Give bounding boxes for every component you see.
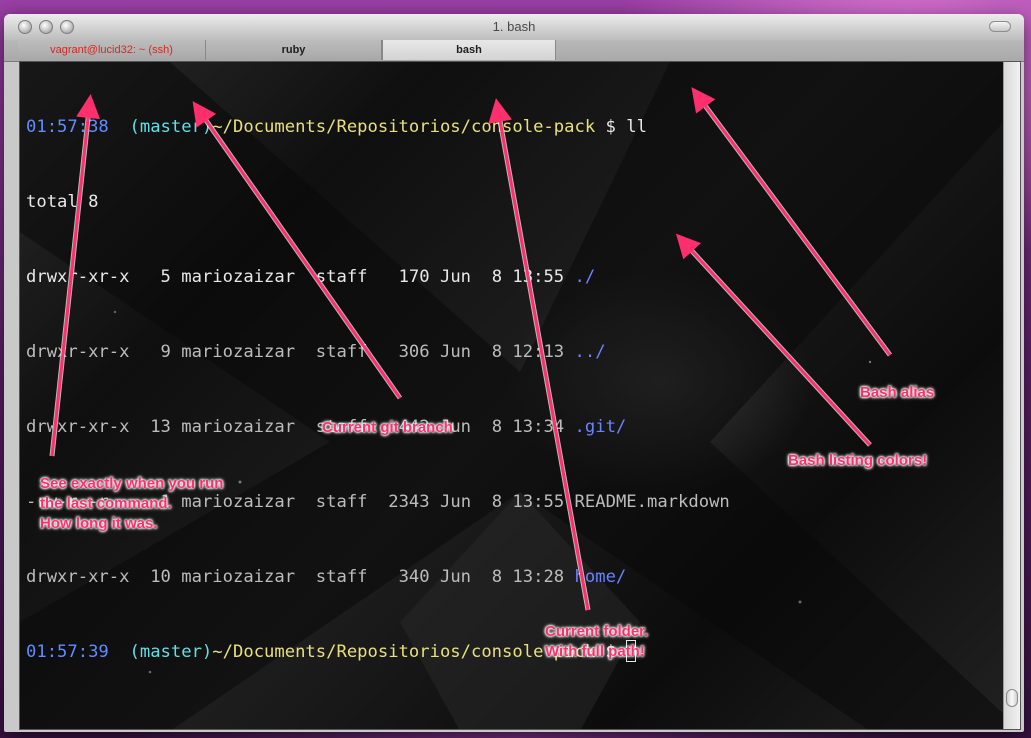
row-links: 13 <box>150 417 171 437</box>
prompt-line: 01:57:38 (master)~/Documents/Repositorio… <box>26 115 730 140</box>
annotation-colors: Bash listing colors! <box>788 452 928 469</box>
row-name: home/ <box>574 567 627 587</box>
tab-bar: vagrant@lucid32: ~ (ssh) ruby bash <box>4 40 1024 62</box>
prompt-branch: (master) <box>129 642 213 662</box>
toolbar-toggle-button[interactable] <box>989 21 1011 32</box>
row-owner: mariozaizar <box>181 342 296 362</box>
row-size: 2343 <box>388 492 430 512</box>
row-name: ./ <box>574 267 596 287</box>
row-owner: mariozaizar <box>181 417 296 437</box>
prompt-time: 01:57:39 <box>26 642 109 662</box>
row-date: Jun 8 13:28 <box>439 567 565 587</box>
prompt-branch: (master) <box>129 117 213 137</box>
row-perm: drwxr-xr-x <box>26 417 130 437</box>
annotation-time: See exactly when you run the last comman… <box>40 475 224 532</box>
scrollbar-thumb[interactable] <box>1006 689 1018 707</box>
tab-bash[interactable]: bash <box>382 40 556 60</box>
tab-ssh[interactable]: vagrant@lucid32: ~ (ssh) <box>18 40 206 60</box>
row-group: staff <box>315 267 368 287</box>
window-title: 1. bash <box>492 19 536 34</box>
row-group: staff <box>315 492 368 512</box>
row-name: README.markdown <box>574 492 730 512</box>
prompt-path: ~/Documents/Repositorios/console-pack <box>212 642 596 662</box>
row-group: staff <box>315 342 368 362</box>
row-date: Jun 8 12:13 <box>439 342 565 362</box>
row-group: staff <box>315 567 368 587</box>
terminal-output: 01:57:38 (master)~/Documents/Repositorio… <box>26 65 730 715</box>
row-size: 306 <box>398 342 430 362</box>
row-size: 170 <box>398 267 430 287</box>
total-line: total 8 <box>26 192 99 212</box>
row-links: 5 <box>160 267 171 287</box>
annotation-folder: Current folder. With full path! <box>545 623 649 660</box>
row-date: Jun 8 13:55 <box>439 267 565 287</box>
command-text: ll <box>626 117 647 137</box>
prompt-symbol: $ <box>605 117 616 137</box>
row-date: Jun 8 13:34 <box>439 417 565 437</box>
row-perm: drwxr-xr-x <box>26 567 130 587</box>
prompt-path: ~/Documents/Repositorios/console-pack <box>212 117 596 137</box>
row-owner: mariozaizar <box>181 267 296 287</box>
listing-row: drwxr-xr-x 10 mariozaizar staff 340 Jun … <box>26 565 730 590</box>
row-name: .git/ <box>574 417 627 437</box>
row-perm: drwxr-xr-x <box>26 342 130 362</box>
annotation-alias: Bash alias <box>860 384 935 401</box>
listing-row: drwxr-xr-x 5 mariozaizar staff 170 Jun 8… <box>26 265 730 290</box>
row-links: 10 <box>150 567 171 587</box>
listing-row: drwxr-xr-x 9 mariozaizar staff 306 Jun 8… <box>26 340 730 365</box>
row-owner: mariozaizar <box>181 567 296 587</box>
prompt-time: 01:57:38 <box>26 117 109 137</box>
title-bar[interactable]: 1. bash <box>4 14 1024 41</box>
row-date: Jun 8 13:55 <box>440 492 565 512</box>
terminal-window: 1. bash vagrant@lucid32: ~ (ssh) ruby ba… <box>4 14 1024 732</box>
vertical-scrollbar[interactable] <box>1003 62 1020 729</box>
row-size: 340 <box>398 567 430 587</box>
row-links: 9 <box>160 342 171 362</box>
tab-ruby[interactable]: ruby <box>206 40 382 60</box>
annotation-branch: Current git branch <box>322 419 453 436</box>
row-perm: drwxr-xr-x <box>26 267 130 287</box>
row-name: ../ <box>574 342 606 362</box>
